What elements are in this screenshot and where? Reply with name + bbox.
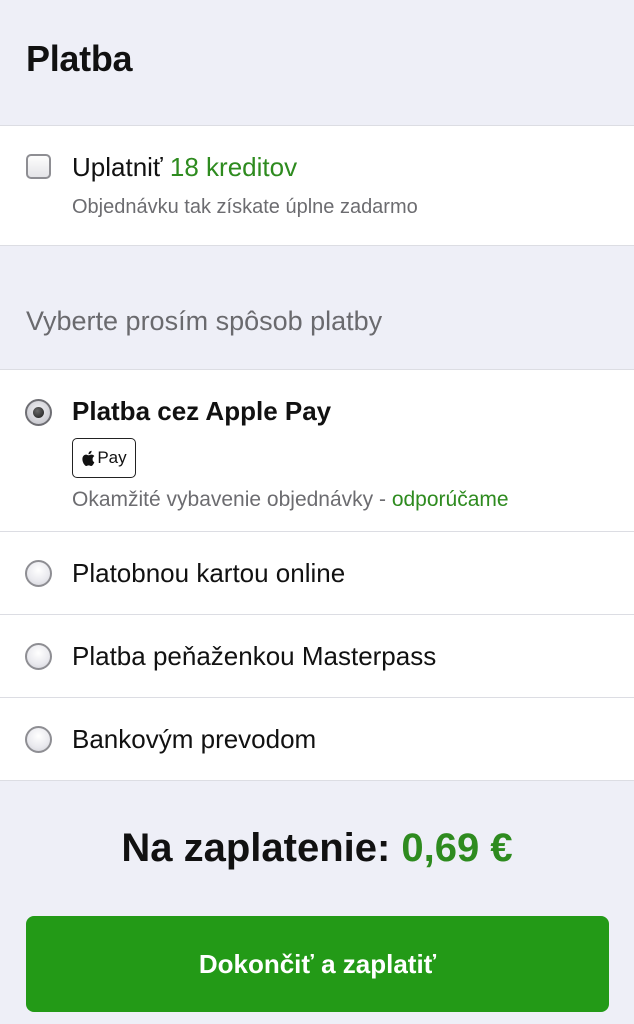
apple-pay-badge-text: Pay — [97, 448, 127, 467]
payment-option-card[interactable]: Platobnou kartou online — [0, 532, 634, 615]
recommended-label: odporúčame — [391, 488, 509, 511]
payment-option-masterpass[interactable]: Platba peňaženkou Masterpass — [0, 615, 634, 698]
total-to-pay: Na zaplatenie: 0,69 € — [0, 826, 634, 871]
radio-apple-pay[interactable] — [25, 399, 52, 426]
payment-page: Platba Uplatniť 18 kreditov Objednávku t… — [0, 0, 634, 1024]
radio-bank-transfer[interactable] — [25, 726, 52, 753]
apple-pay-note-text: Okamžité vybavenie objednávky - — [72, 488, 392, 511]
payment-option-apple-pay[interactable]: Platba cez Apple Pay Pay Okamžité vybave… — [0, 370, 634, 532]
apple-pay-note: Okamžité vybavenie objednávky - odporúča… — [72, 488, 509, 512]
radio-masterpass[interactable] — [25, 643, 52, 670]
total-label: Na zaplatenie: — [121, 826, 402, 870]
radio-card[interactable] — [25, 560, 52, 587]
complete-and-pay-button[interactable]: Dokončiť a zaplatiť — [26, 916, 609, 1012]
header: Platba — [0, 0, 634, 126]
payment-option-bank-transfer[interactable]: Bankovým prevodom — [0, 698, 634, 781]
payment-option-label: Platobnou kartou online — [72, 558, 346, 588]
use-credits-row[interactable]: Uplatniť 18 kreditov Objednávku tak získ… — [0, 126, 634, 246]
apple-pay-badge: Pay — [72, 438, 136, 478]
use-credits-label: Uplatniť 18 kreditov — [72, 152, 297, 183]
use-credits-subtitle: Objednávku tak získate úplne zadarmo — [72, 196, 418, 218]
apple-icon — [82, 450, 95, 466]
payment-option-label: Platba peňaženkou Masterpass — [72, 641, 437, 671]
payment-option-label: Bankovým prevodom — [72, 724, 317, 754]
use-credits-checkbox[interactable] — [26, 154, 51, 179]
page-title: Platba — [26, 38, 133, 79]
payment-section-header: Vyberte prosím spôsob platby — [0, 246, 634, 370]
credits-amount: 18 kreditov — [169, 152, 298, 182]
total-amount: 0,69 € — [401, 826, 513, 870]
payment-method-heading: Vyberte prosím spôsob platby — [26, 306, 383, 336]
use-credits-label-prefix: Uplatniť — [72, 152, 170, 182]
payment-option-label: Platba cez Apple Pay — [72, 396, 332, 426]
